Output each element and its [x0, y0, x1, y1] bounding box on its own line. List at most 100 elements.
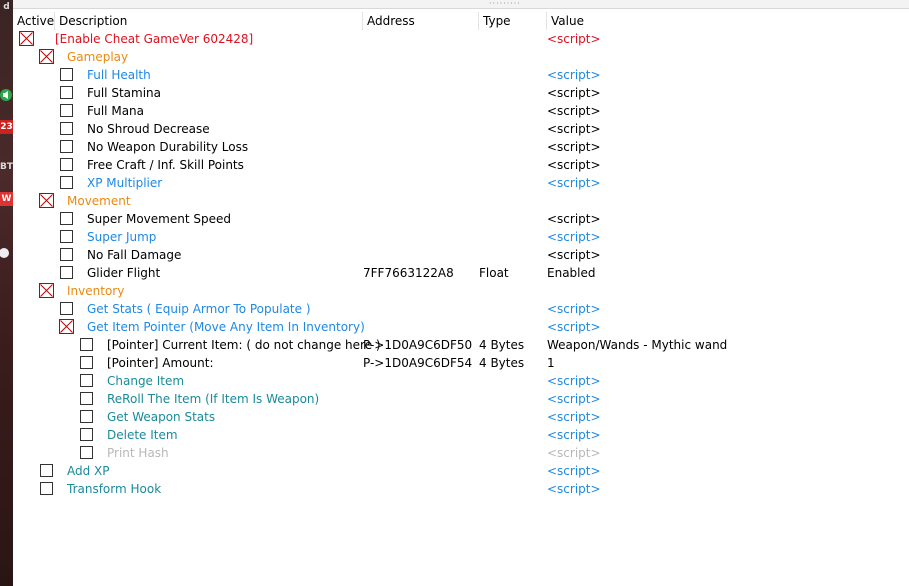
- entry-address[interactable]: 7FF7663122A8: [363, 264, 454, 282]
- active-checkbox-crossed[interactable]: [19, 31, 34, 46]
- table-row[interactable]: Free Craft / Inf. Skill Points <script>: [13, 156, 909, 174]
- entry-value[interactable]: Weapon/Wands - Mythic wand: [547, 336, 727, 354]
- entry-value[interactable]: <script>: [547, 66, 601, 84]
- entry-value[interactable]: <script>: [547, 120, 601, 138]
- entry-type[interactable]: Float: [479, 264, 509, 282]
- table-row[interactable]: No Weapon Durability Loss <script>: [13, 138, 909, 156]
- entry-value[interactable]: <script>: [547, 300, 601, 318]
- header-description[interactable]: Description: [55, 12, 363, 30]
- table-row[interactable]: Gameplay: [13, 48, 909, 66]
- entry-value[interactable]: <script>: [547, 372, 601, 390]
- entry-value[interactable]: <script>: [547, 390, 601, 408]
- table-row[interactable]: Super Movement Speed <script>: [13, 210, 909, 228]
- table-row[interactable]: Super Jump <script>: [13, 228, 909, 246]
- active-checkbox[interactable]: [60, 104, 73, 117]
- entry-description[interactable]: Full Health: [87, 66, 151, 84]
- entry-value[interactable]: <script>: [547, 138, 601, 156]
- table-row[interactable]: Change Item <script>: [13, 372, 909, 390]
- entry-value[interactable]: <script>: [547, 318, 601, 336]
- active-checkbox[interactable]: [60, 212, 73, 225]
- entry-description[interactable]: Get Weapon Stats: [107, 408, 215, 426]
- active-checkbox[interactable]: [80, 428, 93, 441]
- entry-description[interactable]: Full Stamina: [87, 84, 161, 102]
- entry-description[interactable]: Gameplay: [67, 48, 128, 66]
- active-checkbox[interactable]: [60, 230, 73, 243]
- table-row[interactable]: Movement: [13, 192, 909, 210]
- entry-description[interactable]: Super Jump: [87, 228, 156, 246]
- table-row[interactable]: Get Item Pointer (Move Any Item In Inven…: [13, 318, 909, 336]
- entry-description[interactable]: Add XP: [67, 462, 110, 480]
- entry-description[interactable]: ReRoll The Item (If Item Is Weapon): [107, 390, 319, 408]
- entry-value[interactable]: 1: [547, 354, 555, 372]
- active-checkbox-crossed[interactable]: [39, 49, 54, 64]
- entry-value[interactable]: <script>: [547, 426, 601, 444]
- header-value[interactable]: Value: [547, 12, 909, 30]
- table-row[interactable]: Add XP <script>: [13, 462, 909, 480]
- entry-description[interactable]: Get Stats ( Equip Armor To Populate ): [87, 300, 311, 318]
- entry-value[interactable]: <script>: [547, 246, 601, 264]
- table-row[interactable]: Print Hash <script>: [13, 444, 909, 462]
- entry-description[interactable]: Full Mana: [87, 102, 144, 120]
- entry-value[interactable]: <script>: [547, 210, 601, 228]
- table-row[interactable]: Transform Hook <script>: [13, 480, 909, 498]
- header-address[interactable]: Address: [363, 12, 479, 30]
- header-active[interactable]: Active: [13, 12, 55, 30]
- active-checkbox-crossed[interactable]: [59, 319, 74, 334]
- table-row[interactable]: Full Mana <script>: [13, 102, 909, 120]
- active-checkbox[interactable]: [60, 248, 73, 261]
- table-row[interactable]: Glider Flight 7FF7663122A8 Float Enabled: [13, 264, 909, 282]
- active-checkbox[interactable]: [60, 122, 73, 135]
- active-checkbox[interactable]: [40, 464, 53, 477]
- entry-address[interactable]: P->1D0A9C6DF54: [363, 354, 472, 372]
- entry-description[interactable]: Change Item: [107, 372, 184, 390]
- table-row[interactable]: [Pointer] Current Item: ( do not change …: [13, 336, 909, 354]
- table-row[interactable]: Delete Item <script>: [13, 426, 909, 444]
- active-checkbox[interactable]: [60, 158, 73, 171]
- entry-description[interactable]: Glider Flight: [87, 264, 160, 282]
- active-checkbox[interactable]: [80, 392, 93, 405]
- entry-description[interactable]: [Enable Cheat GameVer 602428]: [55, 30, 253, 48]
- table-row[interactable]: Inventory: [13, 282, 909, 300]
- entry-value[interactable]: <script>: [547, 462, 601, 480]
- active-checkbox-crossed[interactable]: [39, 193, 54, 208]
- entry-description[interactable]: Delete Item: [107, 426, 178, 444]
- table-row[interactable]: XP Multiplier <script>: [13, 174, 909, 192]
- active-checkbox[interactable]: [60, 86, 73, 99]
- active-checkbox[interactable]: [60, 302, 73, 315]
- active-checkbox[interactable]: [60, 140, 73, 153]
- table-row[interactable]: No Fall Damage <script>: [13, 246, 909, 264]
- table-row[interactable]: Full Health <script>: [13, 66, 909, 84]
- entry-value[interactable]: <script>: [547, 174, 601, 192]
- active-checkbox[interactable]: [40, 482, 53, 495]
- entry-description[interactable]: [Pointer] Amount:: [107, 354, 214, 372]
- entry-type[interactable]: 4 Bytes: [479, 354, 524, 372]
- entry-description[interactable]: Free Craft / Inf. Skill Points: [87, 156, 244, 174]
- table-row[interactable]: Get Stats ( Equip Armor To Populate ) <sc…: [13, 300, 909, 318]
- entry-value[interactable]: <script>: [547, 444, 601, 462]
- active-checkbox[interactable]: [60, 266, 73, 279]
- entry-description[interactable]: Inventory: [67, 282, 124, 300]
- active-checkbox[interactable]: [80, 374, 93, 387]
- entry-description[interactable]: No Shroud Decrease: [87, 120, 210, 138]
- entry-description[interactable]: Get Item Pointer (Move Any Item In Inven…: [87, 318, 365, 336]
- entry-value[interactable]: <script>: [547, 30, 601, 48]
- table-row[interactable]: ReRoll The Item (If Item Is Weapon) <scri…: [13, 390, 909, 408]
- entry-description[interactable]: No Fall Damage: [87, 246, 181, 264]
- entry-value[interactable]: <script>: [547, 84, 601, 102]
- entry-description[interactable]: XP Multiplier: [87, 174, 162, 192]
- entry-address[interactable]: P->1D0A9C6DF50: [363, 336, 472, 354]
- table-row[interactable]: Get Weapon Stats <script>: [13, 408, 909, 426]
- active-checkbox[interactable]: [80, 338, 93, 351]
- table-row[interactable]: [Enable Cheat GameVer 602428] <script>: [13, 30, 909, 48]
- splitter-bar[interactable]: ·········: [13, 0, 909, 9]
- table-row[interactable]: [Pointer] Amount: P->1D0A9C6DF54 4 Bytes 1: [13, 354, 909, 372]
- active-checkbox[interactable]: [80, 410, 93, 423]
- active-checkbox[interactable]: [80, 356, 93, 369]
- entry-description[interactable]: Super Movement Speed: [87, 210, 231, 228]
- entry-value[interactable]: <script>: [547, 228, 601, 246]
- active-checkbox[interactable]: [60, 68, 73, 81]
- entry-description[interactable]: Movement: [67, 192, 131, 210]
- entry-value[interactable]: Enabled: [547, 264, 596, 282]
- entry-value[interactable]: <script>: [547, 408, 601, 426]
- entry-description[interactable]: [Pointer] Current Item: ( do not change …: [107, 336, 381, 354]
